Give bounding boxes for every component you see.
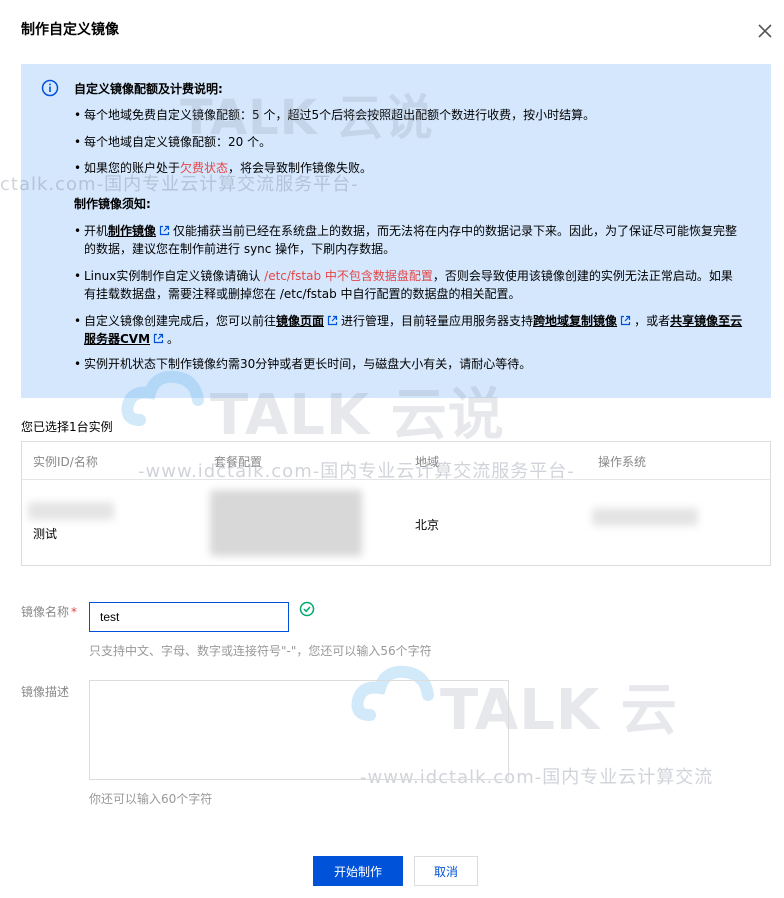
column-header: 操作系统: [598, 455, 647, 469]
notice-item: • 每个地域免费自定义镜像配额：5 个，超过5个后将会按照超出配额个数进行收费，…: [74, 108, 596, 122]
start-create-button[interactable]: 开始制作: [313, 856, 403, 886]
image-name-label: 镜像名称 *: [21, 605, 78, 619]
external-link-icon: [620, 315, 631, 326]
notice-item: • 自定义镜像创建完成后，您可以前往镜像页面 进行管理，目前轻量应用服务器支持跨地…: [74, 314, 743, 346]
notice-panel: 自定义镜像配额及计费说明: • 每个地域免费自定义镜像配额：5 个，超过5个后将…: [21, 64, 771, 398]
image-page-link[interactable]: 镜像页面: [276, 314, 324, 328]
check-circle-icon: [299, 601, 315, 617]
redacted-instance-id: [28, 502, 114, 520]
external-link-icon: [153, 333, 164, 344]
image-name-hint: 只支持中文、字母、数字或连接符号"-"，您还可以输入56个字符: [89, 644, 432, 658]
column-header: 套餐配置: [214, 455, 263, 469]
column-header: 实例ID/名称: [33, 455, 98, 469]
quota-heading: 自定义镜像配额及计费说明:: [74, 82, 223, 96]
redacted-os: [592, 508, 698, 526]
external-link-icon: [159, 225, 170, 236]
notice-item: • 实例开机状态下制作镜像约需30分钟或者更长时间，与磁盘大小有关，请耐心等待。: [74, 357, 532, 371]
column-header: 地域: [415, 455, 440, 469]
external-link-icon: [327, 315, 338, 326]
close-icon[interactable]: [754, 20, 776, 42]
image-desc-textarea[interactable]: [89, 680, 509, 780]
notes-heading: 制作镜像须知:: [74, 197, 151, 211]
dialog-title: 制作自定义镜像: [21, 22, 119, 38]
selected-count-label: 您已选择1台实例: [21, 420, 113, 434]
image-desc-label: 镜像描述: [21, 685, 70, 699]
instance-region: 北京: [415, 518, 440, 532]
dialog-header: 制作自定义镜像: [0, 0, 784, 60]
redacted-package-config: [210, 490, 362, 556]
make-image-link[interactable]: 制作镜像: [108, 224, 156, 238]
fstab-warning: /etc/fstab 中不包含数据盘配置: [264, 269, 433, 283]
required-mark: *: [71, 605, 78, 619]
cross-region-copy-link[interactable]: 跨地域复制镜像: [533, 314, 617, 328]
instance-table: 实例ID/名称 套餐配置 地域 操作系统 测试 北京: [21, 441, 771, 566]
info-circle-icon: [41, 79, 59, 97]
notice-item: • Linux实例制作自定义镜像请确认 /etc/fstab 中不包含数据盘配置…: [74, 269, 733, 301]
notice-item: • 每个地域自定义镜像配额：20 个。: [74, 135, 272, 149]
cancel-button[interactable]: 取消: [414, 856, 478, 886]
instance-name: 测试: [33, 527, 58, 541]
notice-item: • 如果您的账户处于欠费状态，将会导致制作镜像失败。: [74, 161, 373, 175]
arrears-warning: 欠费状态: [180, 161, 229, 175]
image-name-input[interactable]: [89, 602, 289, 632]
notice-item: • 开机制作镜像 仅能捕获当前已经在系统盘上的数据，而无法将在内存中的数据记录下来…: [74, 224, 738, 256]
table-header: 实例ID/名称 套餐配置 地域 操作系统: [22, 442, 770, 480]
image-desc-hint: 你还可以输入60个字符: [89, 792, 213, 806]
